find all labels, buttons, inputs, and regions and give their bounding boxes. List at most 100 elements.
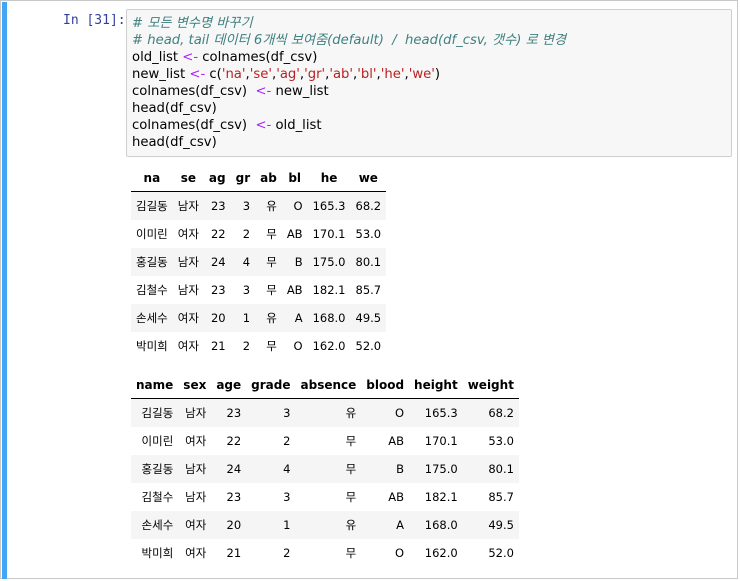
code-token: new_list <box>132 67 190 82</box>
code-editor[interactable]: # 모든 변수명 바꾸기 # head, tail 데이터 6개씩 보여줌(def… <box>126 9 732 157</box>
table-row: 손세수 여자 20 1 유 A 168.0 49.5 <box>131 511 519 539</box>
table-cell: 김철수 <box>136 283 168 297</box>
column-header: he <box>307 165 351 192</box>
table-cell: 여자 <box>185 434 207 448</box>
table-row: 박미희 여자 21 2 무 O 162.0 52.0 <box>131 539 519 567</box>
table-cell: 162.0 <box>312 339 346 353</box>
input-prompt: In [31]: <box>63 13 126 28</box>
table-cell: 무 <box>266 339 277 353</box>
code-token: c( <box>205 67 222 82</box>
table-cell: 김길동 <box>136 199 168 213</box>
table-cell: 이미린 <box>136 227 168 241</box>
code-line: colnames(df_csv) <- old_list <box>132 117 731 134</box>
table-cell: AB <box>286 227 303 241</box>
table-cell: 유 <box>345 406 357 420</box>
code-token: colnames(df_csv) <box>132 84 256 99</box>
table-cell: 52.0 <box>488 546 514 560</box>
table-cell: 유 <box>266 311 277 325</box>
table-row: 김철수 남자 23 3 무 AB 182.1 85.7 <box>131 483 519 511</box>
table-cell: A <box>294 311 303 325</box>
code-token: <- <box>255 118 272 133</box>
code-token: <- <box>182 50 199 65</box>
column-header: ag <box>203 165 231 192</box>
table-cell: 80.1 <box>488 462 514 476</box>
table-cell: 남자 <box>177 283 199 297</box>
column-header: absence <box>295 372 362 399</box>
table-cell: 무 <box>345 490 357 504</box>
code-token: # head, tail 데이터 6개씩 보여줌(default) / head… <box>132 33 567 48</box>
table-cell: 이미린 <box>141 434 174 448</box>
table-cell: 24 <box>210 255 226 269</box>
table-cell: 1 <box>242 311 251 325</box>
table-row: 김길동 남자 23 3 유 O 165.3 68.2 <box>131 191 387 220</box>
table-cell: 85.7 <box>355 283 382 297</box>
code-token: head(df_csv) <box>132 101 217 116</box>
code-token: 'na' <box>221 67 246 82</box>
table-cell: 2 <box>242 339 251 353</box>
table-row: 이미린 여자 22 2 무 AB 170.1 53.0 <box>131 220 387 248</box>
table-cell: 김길동 <box>141 406 174 420</box>
notebook-cell[interactable]: In [31]: # 모든 변수명 바꾸기 # head, tail 데이터 6개… <box>0 0 738 579</box>
table-cell: 68.2 <box>355 199 382 213</box>
table-cell: 3 <box>283 406 291 420</box>
table-cell: 170.1 <box>312 227 346 241</box>
table-cell: 손세수 <box>136 311 168 325</box>
column-header: sex <box>178 372 212 399</box>
code-token: 'bl' <box>357 67 377 82</box>
table-cell: 23 <box>226 406 242 420</box>
code-line: head(df_csv) <box>132 100 731 117</box>
table-cell: 175.0 <box>312 255 346 269</box>
table-cell: 4 <box>242 255 251 269</box>
column-header: ab <box>255 165 282 192</box>
table-cell: AB <box>388 434 405 448</box>
code-line: new_list <- c('na','se','ag','gr','ab','… <box>132 66 731 83</box>
table-cell: 여자 <box>177 339 199 353</box>
code-token: 'ab' <box>329 67 354 82</box>
table-cell: 남자 <box>177 255 199 269</box>
table-cell: 3 <box>242 283 251 297</box>
table-cell: 여자 <box>177 227 199 241</box>
code-line: old_list <- colnames(df_csv) <box>132 49 731 66</box>
table-cell: 21 <box>226 546 242 560</box>
code-token: 'se' <box>249 67 272 82</box>
column-header: weight <box>462 372 519 399</box>
table-cell: 20 <box>210 311 226 325</box>
table-cell: 23 <box>210 283 226 297</box>
column-header: se <box>172 165 204 192</box>
table-cell: 여자 <box>177 311 199 325</box>
table-row: 홍길동 남자 24 4 무 B 175.0 80.1 <box>131 455 519 483</box>
table-cell: 165.3 <box>424 406 458 420</box>
table-cell: 무 <box>345 434 357 448</box>
table-cell: 4 <box>283 462 291 476</box>
table-row: 김철수 남자 23 3 무 AB 182.1 85.7 <box>131 276 387 304</box>
code-token: head(df_csv) <box>132 135 217 150</box>
code-token: 'we' <box>408 67 435 82</box>
table-cell: O <box>394 406 405 420</box>
table-cell: 23 <box>210 199 226 213</box>
table-cell: 168.0 <box>312 311 346 325</box>
table-cell: AB <box>388 490 405 504</box>
code-token: old_list <box>271 118 322 133</box>
table-cell: 남자 <box>177 199 199 213</box>
table-row: 이미린 여자 22 2 무 AB 170.1 53.0 <box>131 427 519 455</box>
table-cell: A <box>396 518 405 532</box>
table-cell: 52.0 <box>355 339 382 353</box>
table-cell: 68.2 <box>488 406 514 420</box>
table-cell: O <box>293 339 303 353</box>
table-cell: 22 <box>210 227 226 241</box>
table-cell: 2 <box>283 546 291 560</box>
column-header: gr <box>230 165 256 192</box>
code-token: new_list <box>271 84 329 99</box>
table-cell: B <box>396 462 405 476</box>
table-header-row: na se ag gr ab bl he we <box>131 165 387 192</box>
column-header: age <box>211 372 247 399</box>
table-cell: 168.0 <box>424 518 458 532</box>
code-token: 'ag' <box>276 67 300 82</box>
table-cell: 182.1 <box>424 490 458 504</box>
output-table-full-names: name sex age grade absence blood height weight … <box>131 372 519 567</box>
table-header-row: name sex age grade absence blood height weight <box>131 372 519 399</box>
table-cell: 182.1 <box>312 283 346 297</box>
table-cell: 80.1 <box>355 255 382 269</box>
table-cell: 162.0 <box>424 546 458 560</box>
table-cell: 박미희 <box>141 546 174 560</box>
